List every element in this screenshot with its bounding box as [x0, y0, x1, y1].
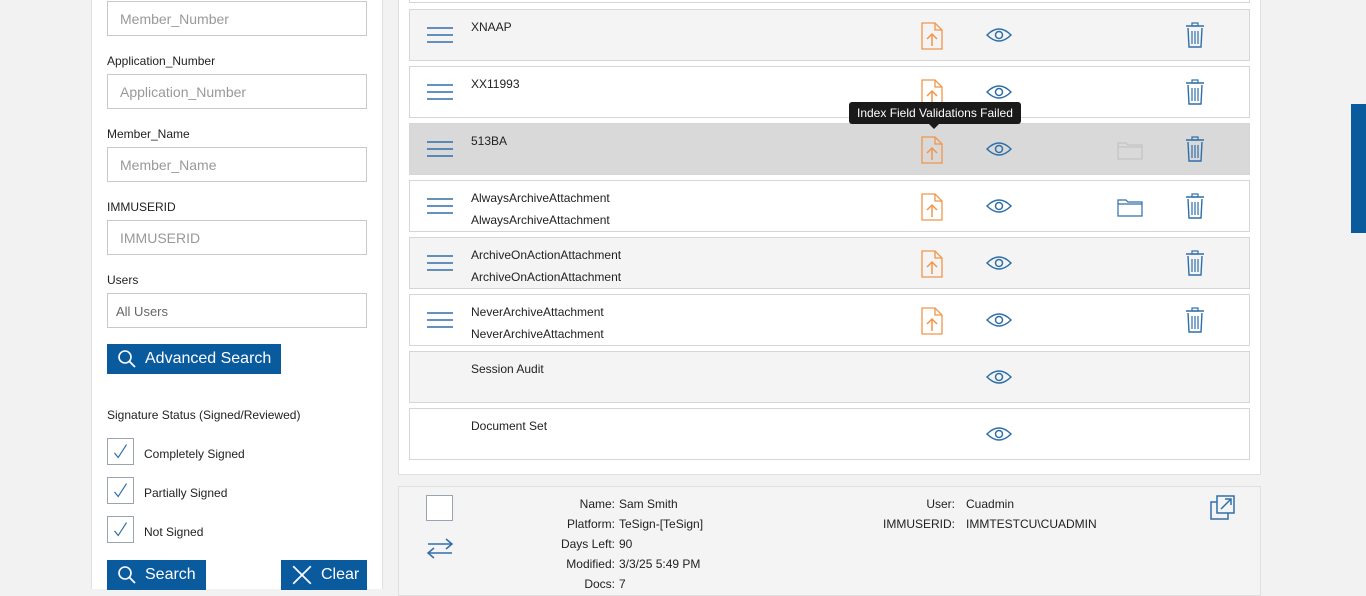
- signature-status-label: Signature Status (Signed/Reviewed): [107, 408, 301, 422]
- upload-file-icon[interactable]: [921, 136, 943, 164]
- document-title: Document Set: [471, 419, 548, 433]
- completely-signed-label: Completely Signed: [144, 447, 245, 461]
- document-row[interactable]: 513BA: [409, 123, 1250, 175]
- partially-signed-checkbox[interactable]: [107, 477, 134, 504]
- menu-icon[interactable]: [427, 82, 453, 102]
- name-value: Sam Smith: [619, 497, 678, 511]
- filter-panel: Application_Number Member_Name IMMUSERID…: [91, 0, 383, 590]
- view-eye-icon[interactable]: [985, 254, 1013, 272]
- not-signed-label: Not Signed: [144, 525, 204, 539]
- clear-label: Clear: [321, 566, 360, 583]
- platform-value: TeSign-[TeSign]: [619, 517, 704, 531]
- document-row[interactable]: XNAAP: [409, 9, 1250, 61]
- application-number-input[interactable]: [107, 74, 367, 109]
- checkmark-icon: [114, 483, 128, 498]
- menu-icon[interactable]: [427, 253, 453, 273]
- upload-file-icon[interactable]: [921, 193, 943, 221]
- validation-tooltip: Index Field Validations Failed: [849, 102, 1021, 129]
- menu-icon[interactable]: [427, 196, 453, 216]
- side-panel-tab[interactable]: [1351, 104, 1366, 233]
- trash-icon[interactable]: [1185, 193, 1205, 219]
- search-button[interactable]: Search: [107, 560, 206, 590]
- trash-icon[interactable]: [1185, 22, 1205, 48]
- name-key: Name:: [579, 497, 615, 511]
- search-icon: [118, 350, 136, 368]
- immuserid-label: IMMUSERID: [107, 200, 176, 214]
- document-row[interactable]: Session Audit: [409, 351, 1250, 403]
- document-title: XX11993: [471, 77, 520, 91]
- application-number-label: Application_Number: [107, 54, 216, 68]
- document-row[interactable]: AlwaysArchiveAttachment AlwaysArchiveAtta…: [409, 180, 1250, 232]
- modified-value: 3/3/25 5:49 PM: [619, 557, 701, 571]
- search-label: Search: [145, 566, 196, 583]
- document-row[interactable]: Document Set: [409, 408, 1250, 460]
- document-title: ArchiveOnActionAttachment: [471, 248, 622, 262]
- upload-file-icon[interactable]: [921, 250, 943, 278]
- completely-signed-checkbox[interactable]: [107, 438, 134, 465]
- select-checkbox[interactable]: [426, 495, 453, 521]
- view-eye-icon[interactable]: [985, 311, 1013, 329]
- trash-icon[interactable]: [1185, 79, 1205, 105]
- clear-button[interactable]: Clear: [281, 560, 367, 590]
- view-eye-icon[interactable]: [985, 425, 1013, 443]
- menu-icon[interactable]: [427, 310, 453, 330]
- immuserid-input[interactable]: [107, 220, 367, 255]
- member-name-label: Member_Name: [107, 127, 190, 141]
- immuserid-key: IMMUSERID:: [883, 517, 955, 531]
- document-title: 513BA: [471, 134, 508, 148]
- document-subtitle: NeverArchiveAttachment: [471, 327, 604, 341]
- view-eye-icon[interactable]: [985, 197, 1013, 215]
- document-subtitle: ArchiveOnActionAttachment: [471, 270, 622, 284]
- documents-panel: XNAAP XX11993 513BA AlwaysArchiveAttachment…: [398, 0, 1261, 475]
- document-row[interactable]: NeverArchiveAttachment NeverArchiveAttach…: [409, 294, 1250, 346]
- trash-icon[interactable]: [1185, 136, 1205, 162]
- users-label: Users: [107, 273, 139, 287]
- document-title: XNAAP: [471, 20, 512, 34]
- close-icon: [292, 565, 312, 585]
- platform-key: Platform:: [566, 517, 615, 531]
- document-row[interactable]: XX11993: [409, 66, 1250, 118]
- trash-icon[interactable]: [1185, 307, 1205, 333]
- partially-signed-label: Partially Signed: [144, 486, 228, 500]
- document-subtitle: AlwaysArchiveAttachment: [471, 213, 610, 227]
- view-eye-icon[interactable]: [985, 26, 1013, 44]
- checkmark-icon: [114, 444, 128, 459]
- envelope-info-panel: Name: Sam Smith Platform: TeSign-[TeSign…: [398, 486, 1261, 596]
- trash-icon[interactable]: [1185, 250, 1205, 276]
- days-left-key: Days Left:: [560, 537, 615, 551]
- user-key: User:: [926, 497, 955, 511]
- document-title: NeverArchiveAttachment: [471, 305, 604, 319]
- view-eye-icon[interactable]: [985, 140, 1013, 158]
- modified-key: Modified:: [566, 557, 615, 571]
- view-eye-icon[interactable]: [985, 368, 1013, 386]
- swap-icon[interactable]: [426, 537, 454, 559]
- folder-icon[interactable]: [1117, 197, 1143, 217]
- folder-icon[interactable]: [1117, 140, 1143, 160]
- document-row[interactable]: ArchiveOnActionAttachment ArchiveOnAction…: [409, 237, 1250, 289]
- users-select[interactable]: All Users: [107, 293, 367, 328]
- document-title: Session Audit: [471, 362, 544, 376]
- member-number-input[interactable]: [107, 1, 367, 36]
- advanced-search-button[interactable]: Advanced Search: [107, 344, 281, 374]
- member-name-input[interactable]: [107, 147, 367, 182]
- view-eye-icon[interactable]: [985, 83, 1013, 101]
- menu-icon[interactable]: [427, 139, 453, 159]
- search-icon: [118, 566, 136, 584]
- checkmark-icon: [114, 522, 128, 537]
- previous-row-edge: [409, 0, 1250, 3]
- upload-file-icon[interactable]: [921, 22, 943, 50]
- not-signed-checkbox[interactable]: [107, 516, 134, 543]
- menu-icon[interactable]: [427, 25, 453, 45]
- days-left-value: 90: [619, 537, 633, 551]
- upload-file-icon[interactable]: [921, 307, 943, 335]
- advanced-search-label: Advanced Search: [145, 350, 272, 367]
- document-title: AlwaysArchiveAttachment: [471, 191, 610, 205]
- user-value: Cuadmin: [966, 497, 1015, 511]
- immuserid-value: IMMTESTCU\CUADMIN: [966, 517, 1097, 531]
- open-external-icon[interactable]: [1209, 494, 1236, 521]
